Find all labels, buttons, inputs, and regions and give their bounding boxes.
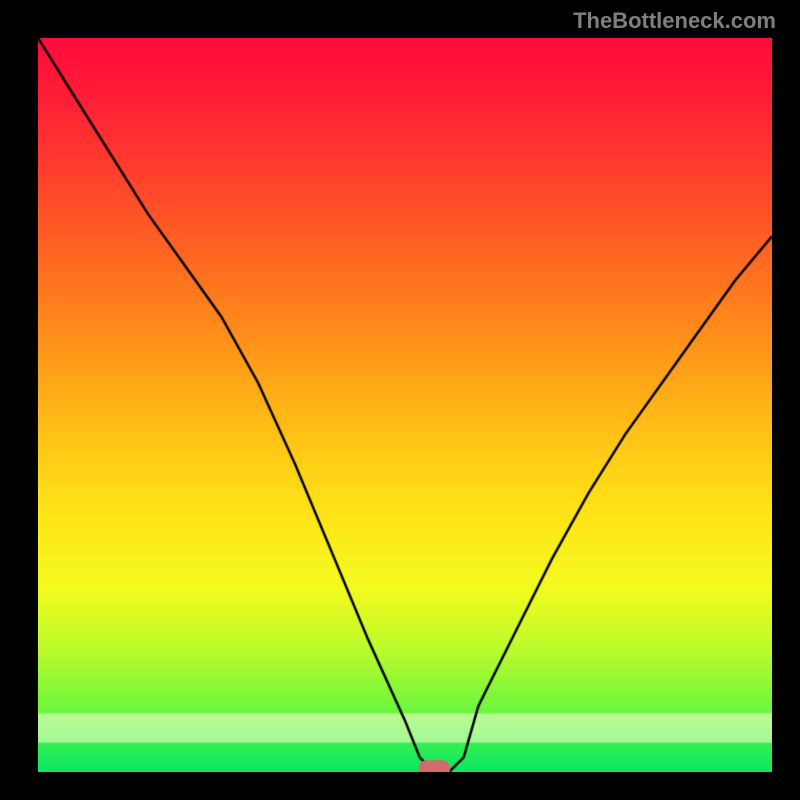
watermark-text: TheBottleneck.com (573, 8, 776, 34)
chart-curve-layer (38, 38, 772, 772)
chart-frame: TheBottleneck.com (0, 0, 800, 800)
